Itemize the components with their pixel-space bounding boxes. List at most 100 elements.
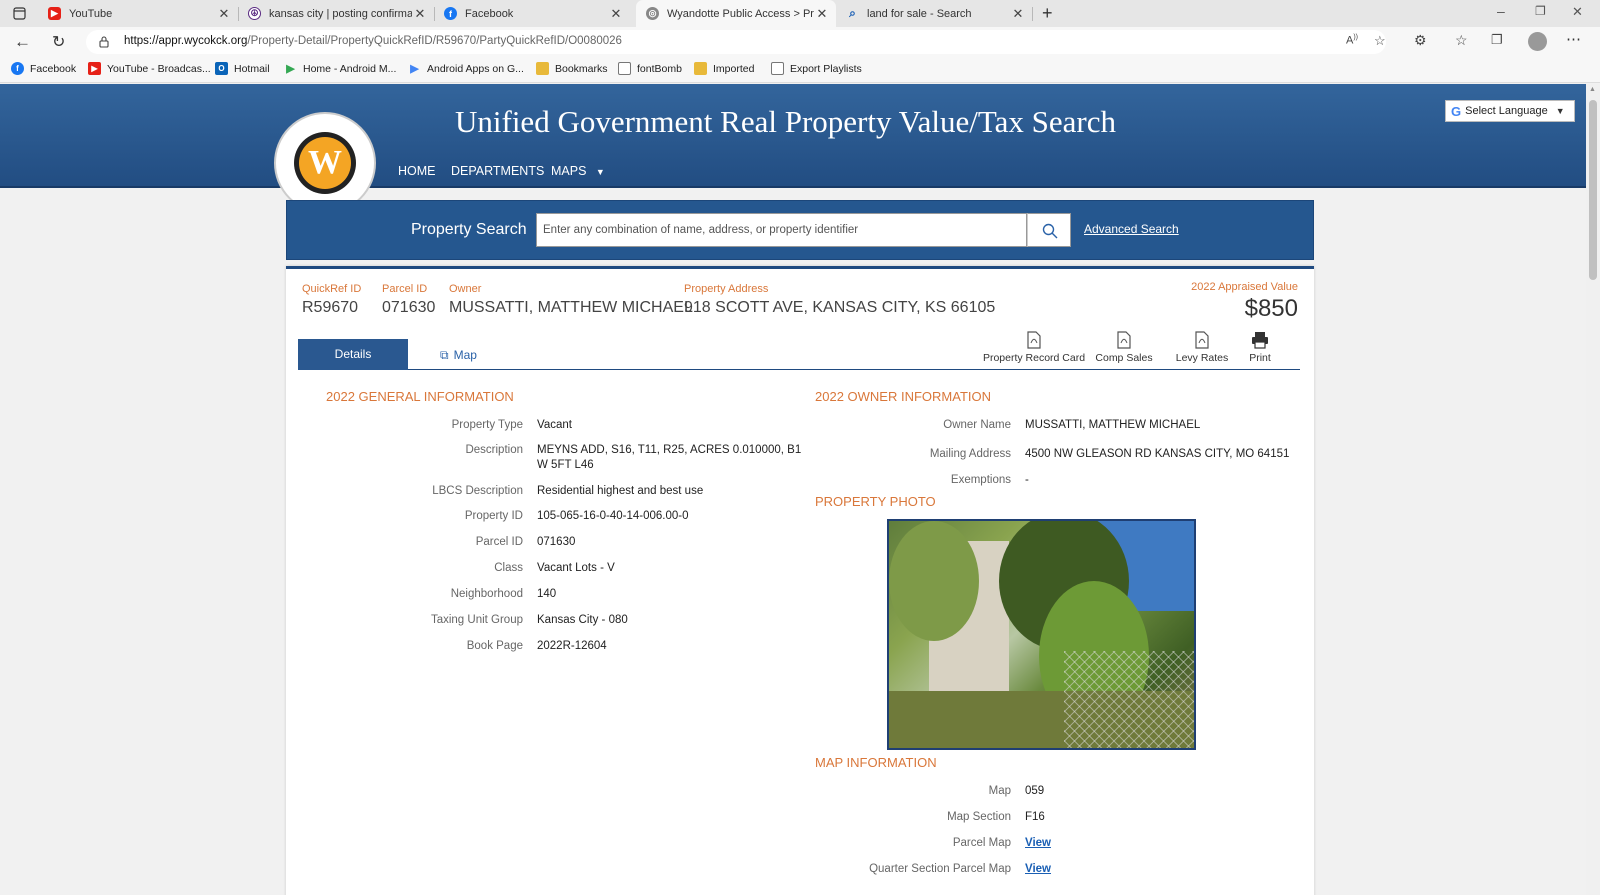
tab-details[interactable]: Details	[298, 339, 408, 370]
tab-label: Wyandotte Public Access > Prope	[667, 7, 814, 20]
row-label: Map	[988, 785, 1011, 797]
tab-actions-icon[interactable]	[13, 7, 26, 20]
bookmark-android-m[interactable]: ▶ Home - Android M...	[284, 62, 396, 76]
bookmark-label: YouTube - Broadcas...	[107, 62, 211, 75]
quarter-section-map-view-link[interactable]: View	[1025, 863, 1051, 875]
row-label: Quarter Section Parcel Map	[869, 863, 1011, 875]
profile-avatar[interactable]	[1528, 32, 1547, 51]
close-icon[interactable]: ✕	[216, 6, 232, 22]
property-photo[interactable]	[887, 519, 1196, 750]
owner-value: MUSSATTI, MATTHEW MICHAEL	[449, 299, 693, 316]
nav-maps[interactable]: MAPS ▼	[551, 164, 605, 178]
levy-rates-button[interactable]: Levy Rates	[1172, 331, 1232, 364]
search-icon	[1042, 223, 1058, 239]
pdf-icon	[1195, 331, 1209, 349]
close-icon[interactable]: ✕	[608, 6, 624, 22]
favorite-add-icon[interactable]: ☆	[1374, 33, 1386, 49]
row-label: Description	[465, 444, 523, 456]
bookmark-bookmarks[interactable]: Bookmarks	[536, 62, 608, 75]
new-tab-icon[interactable]: +	[1042, 3, 1053, 24]
print-button[interactable]: Print	[1240, 331, 1280, 364]
general-info-heading: 2022 GENERAL INFORMATION	[326, 389, 514, 404]
minimize-icon[interactable]: –	[1497, 3, 1505, 19]
property-photo-heading: PROPERTY PHOTO	[815, 494, 936, 509]
address-label: Property Address	[684, 283, 769, 295]
page-title: Unified Government Real Property Value/T…	[455, 104, 1116, 139]
property-detail-card: QuickRef ID R59670 Parcel ID 071630 Owne…	[286, 266, 1314, 895]
bookmark-android-apps[interactable]: ▶ Android Apps on G...	[408, 62, 524, 76]
row-label: Exemptions	[950, 474, 1011, 486]
nav-departments[interactable]: DEPARTMENTS	[451, 164, 544, 178]
bookmark-imported[interactable]: Imported	[694, 62, 754, 75]
nav-home[interactable]: HOME	[398, 164, 436, 178]
bookmark-facebook[interactable]: f Facebook	[11, 62, 76, 75]
close-icon[interactable]: ✕	[814, 6, 830, 22]
tab-label: kansas city | posting confirmation	[269, 7, 412, 20]
chevron-down-icon: ▼	[1555, 106, 1565, 116]
property-record-card-button[interactable]: Property Record Card	[979, 331, 1089, 364]
collections-icon[interactable]: ❐	[1491, 32, 1503, 48]
scrollbar-thumb[interactable]	[1589, 100, 1597, 280]
parcel-map-view-link[interactable]: View	[1025, 837, 1051, 849]
window-close-icon[interactable]: ✕	[1572, 4, 1583, 20]
language-select[interactable]: G Select Language ▼	[1445, 100, 1575, 122]
read-aloud-icon[interactable]: A))	[1346, 34, 1358, 47]
owner-label: Owner	[449, 283, 482, 295]
advanced-search-link[interactable]: Advanced Search	[1084, 222, 1179, 236]
tab-facebook[interactable]: f Facebook ✕	[434, 0, 630, 27]
search-label: Property Search	[411, 221, 527, 238]
url-domain: https://appr.wycokck.org	[124, 35, 248, 47]
tab-label: land for sale - Search	[867, 7, 972, 20]
scroll-up-icon[interactable]: ▲	[1589, 86, 1596, 93]
browser-toolbar: ← ↻ https://appr.wycokck.org/Property-De…	[0, 27, 1600, 57]
tab-wyandotte[interactable]: ◎ Wyandotte Public Access > Prope ✕	[636, 0, 836, 27]
bookmark-export-playlists[interactable]: Export Playlists	[771, 62, 862, 75]
row-value: F16	[1025, 811, 1045, 823]
back-icon[interactable]: ←	[14, 32, 31, 52]
tab-map[interactable]: ⧉ Map	[440, 348, 477, 363]
nav-maps-label: MAPS	[551, 164, 587, 178]
parcel-value: 071630	[382, 299, 436, 316]
logo[interactable]: W	[274, 112, 376, 214]
bookmarks-bar: f Facebook ▶ YouTube - Broadcas... O Hotmai…	[0, 57, 1600, 83]
search-button[interactable]	[1027, 213, 1071, 247]
address-bar[interactable]: https://appr.wycokck.org/Property-Detail…	[86, 30, 1386, 54]
print-icon	[1252, 332, 1268, 349]
tab-youtube[interactable]: ▶ YouTube ✕	[38, 0, 238, 27]
lock-icon[interactable]	[99, 36, 109, 48]
row-value: Residential highest and best use	[537, 485, 704, 497]
youtube-icon: ▶	[88, 62, 101, 75]
tab-land-search[interactable]: ⌕ land for sale - Search ✕	[836, 0, 1032, 27]
tool-label: Levy Rates	[1175, 352, 1229, 364]
address-value: 918 SCOTT AVE, KANSAS CITY, KS 66105	[684, 299, 996, 316]
row-value: MEYNS ADD, S16, T11, R25, ACRES 0.010000…	[537, 444, 802, 456]
page-icon	[771, 62, 784, 75]
tab-map-label: Map	[453, 348, 477, 362]
bookmark-label: Hotmail	[234, 62, 270, 75]
extensions-icon[interactable]: ⚙	[1414, 32, 1427, 49]
external-link-icon: ⧉	[440, 348, 449, 362]
row-value: 2022R-12604	[537, 640, 607, 652]
close-icon[interactable]: ✕	[412, 6, 428, 22]
comp-sales-button[interactable]: Comp Sales	[1094, 331, 1154, 364]
page-scrollbar[interactable]: ▲	[1586, 84, 1600, 895]
bookmark-fontbomb[interactable]: fontBomb	[618, 62, 682, 75]
search-input[interactable]	[536, 213, 1027, 247]
peace-icon: ☮	[248, 7, 261, 20]
bookmark-youtube[interactable]: ▶ YouTube - Broadcas...	[88, 62, 211, 75]
row-value: 105-065-16-0-40-14-006.00-0	[537, 510, 689, 522]
page-icon	[618, 62, 631, 75]
close-icon[interactable]: ✕	[1010, 6, 1026, 22]
bookmark-label: Imported	[713, 62, 755, 75]
seal-emblem-icon: W	[299, 137, 351, 189]
refresh-icon[interactable]: ↻	[52, 32, 65, 52]
tab-kansas-city[interactable]: ☮ kansas city | posting confirmation ✕	[238, 0, 434, 27]
bookmark-hotmail[interactable]: O Hotmail	[215, 62, 270, 75]
more-options-icon[interactable]: ⋯	[1566, 30, 1581, 48]
row-value: 140	[537, 588, 557, 600]
row-label: Owner Name	[943, 419, 1011, 431]
restore-icon[interactable]: ❐	[1535, 4, 1546, 18]
tab-separator	[1032, 7, 1033, 21]
row-value: Vacant	[537, 419, 572, 431]
favorites-icon[interactable]: ☆	[1455, 32, 1468, 49]
